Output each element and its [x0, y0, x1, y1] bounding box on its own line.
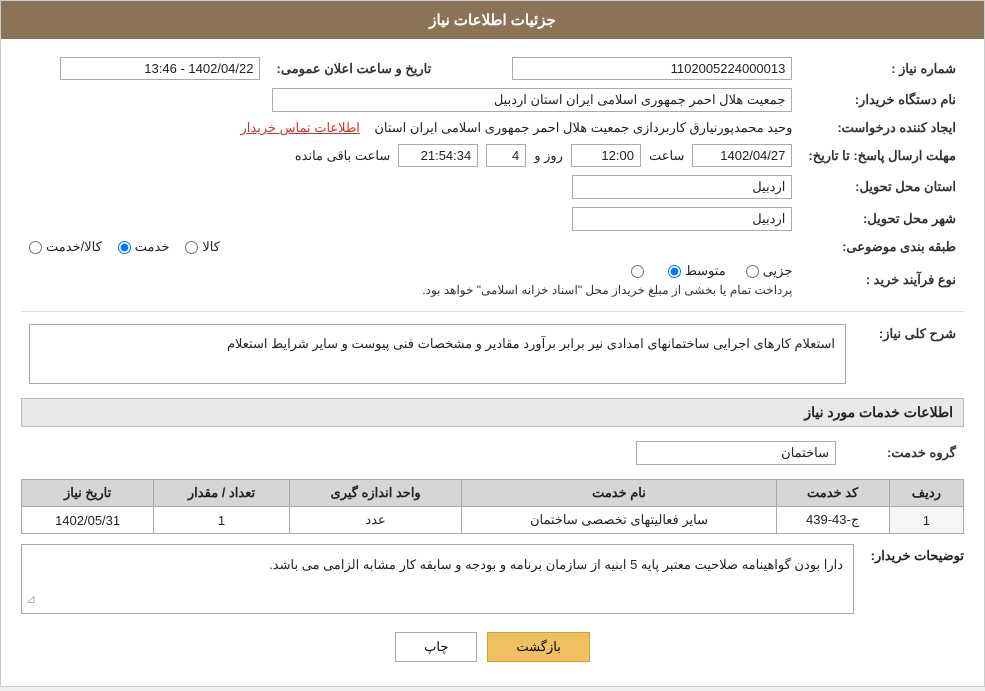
deadline-remaining-label: ساعت باقی مانده	[295, 148, 390, 164]
info-table: شماره نیاز : 1102005224000013 تاریخ و سا…	[21, 53, 964, 301]
table-cell-0-5: 1402/05/31	[22, 507, 154, 534]
radio-process-motavasset[interactable]: متوسط	[668, 263, 726, 279]
city-box: اردبیل	[572, 207, 792, 231]
radio-khedmat[interactable]: خدمت	[118, 239, 170, 255]
deadline-date-box: 1402/04/27	[692, 144, 792, 167]
province-box: اردبیل	[572, 175, 792, 199]
table-cell-0-4: 1	[154, 507, 290, 534]
deadline-label: مهلت ارسال پاسخ: تا تاریخ:	[800, 140, 964, 171]
buyer-desc-label: توضیحات خریدار:	[864, 548, 964, 564]
col-qty: تعداد / مقدار	[154, 480, 290, 507]
service-table-header-row: ردیف کد خدمت نام خدمت واحد اندازه گیری ت…	[22, 480, 964, 507]
buyer-org-label: نام دستگاه خریدار:	[800, 84, 964, 116]
radio-kala-khedmat-label: کالا/خدمت	[46, 239, 102, 255]
radio-khedmat-label: خدمت	[135, 239, 170, 255]
service-section: گروه خدمت: ساختمان ردیف کد خدمت نام خدمت…	[21, 437, 964, 534]
creator-label: ایجاد کننده درخواست:	[800, 116, 964, 140]
deadline-row: 1402/04/27 ساعت 12:00 روز و 4 21:54:34 س…	[21, 140, 800, 171]
buyer-desc-box: دارا بودن گواهینامه صلاحیت معتبر پایه 5 …	[21, 544, 854, 614]
creator-text: وحید محمدپورنیارق کاربردازی جمعیت هلال ا…	[374, 120, 792, 135]
print-button[interactable]: چاپ	[395, 632, 477, 662]
contact-link[interactable]: اطلاعات تماس خریدار	[241, 120, 360, 135]
buyer-org-box: جمعیت هلال احمر جمهوری اسلامی ایران استا…	[272, 88, 792, 112]
radio-kala[interactable]: کالا	[185, 239, 220, 255]
radio-process-empty[interactable]	[631, 265, 648, 278]
need-number-value: 1102005224000013	[461, 53, 800, 84]
service-group-label: گروه خدمت:	[844, 437, 964, 469]
creator-value: وحید محمدپورنیارق کاربردازی جمعیت هلال ا…	[21, 116, 800, 140]
table-cell-0-3: عدد	[289, 507, 462, 534]
radio-kala-khedmat[interactable]: کالا/خدمت	[29, 239, 102, 255]
process-label: نوع فرآیند خرید :	[800, 259, 964, 301]
buyer-org-value: جمعیت هلال احمر جمهوری اسلامی ایران استا…	[21, 84, 800, 116]
need-number-box: 1102005224000013	[512, 57, 792, 80]
service-group-box: ساختمان	[636, 441, 836, 465]
deadline-time-label: ساعت	[649, 148, 684, 164]
description-box: استعلام کارهای اجرایی ساختمانهای امدادی …	[29, 324, 846, 384]
date-label: تاریخ و ساعت اعلان عمومی:	[268, 53, 461, 84]
radio-kala-khedmat-input[interactable]	[29, 241, 42, 254]
radio-kala-input[interactable]	[185, 241, 198, 254]
col-code: کد خدمت	[776, 480, 889, 507]
radio-process-motavasset-input[interactable]	[668, 265, 681, 278]
date-value: 1402/04/22 - 13:46	[21, 53, 268, 84]
buttons-row: بازگشت چاپ	[21, 632, 964, 662]
service-group-table: گروه خدمت: ساختمان	[21, 437, 964, 469]
category-row: کالا/خدمت خدمت کالا	[21, 235, 800, 259]
process-note: پرداخت تمام یا بخشی از مبلغ خریداز محل "…	[29, 283, 792, 297]
radio-process-empty-input[interactable]	[631, 265, 644, 278]
deadline-remaining-box: 21:54:34	[398, 144, 478, 167]
deadline-time-box: 12:00	[571, 144, 641, 167]
radio-kala-label: کالا	[202, 239, 220, 255]
process-row: متوسط جزیی پرداخت تمام یا بخشی از مبلغ خ…	[21, 259, 800, 301]
radio-process-motavasset-label: متوسط	[685, 263, 726, 279]
col-name: نام خدمت	[462, 480, 776, 507]
description-label: شرح کلی نیاز:	[854, 320, 964, 388]
col-row: ردیف	[889, 480, 963, 507]
radio-process-jozi-input[interactable]	[746, 265, 759, 278]
service-info-header: اطلاعات خدمات مورد نیاز	[21, 398, 964, 427]
service-group-value: ساختمان	[21, 437, 844, 469]
table-row: 1ج-43-439سایر فعالیتهای تخصصی ساختمانعدد…	[22, 507, 964, 534]
radio-process-jozi[interactable]: جزیی	[746, 263, 793, 279]
radio-khedmat-input[interactable]	[118, 241, 131, 254]
city-value: اردبیل	[21, 203, 800, 235]
province-label: استان محل تحویل:	[800, 171, 964, 203]
table-cell-0-2: سایر فعالیتهای تخصصی ساختمان	[462, 507, 776, 534]
col-date: تاریخ نیاز	[22, 480, 154, 507]
table-cell-0-0: 1	[889, 507, 963, 534]
radio-process-jozi-label: جزیی	[763, 263, 793, 279]
buyer-desc-section: توضیحات خریدار: دارا بودن گواهینامه صلاح…	[21, 544, 964, 614]
col-unit: واحد اندازه گیری	[289, 480, 462, 507]
province-value: اردبیل	[21, 171, 800, 203]
page-header: جزئیات اطلاعات نیاز	[1, 1, 984, 39]
buyer-desc-text: دارا بودن گواهینامه صلاحیت معتبر پایه 5 …	[269, 557, 843, 572]
deadline-days-label: روز و	[534, 148, 563, 164]
deadline-days-box: 4	[486, 144, 526, 167]
back-button[interactable]: بازگشت	[487, 632, 589, 662]
date-box: 1402/04/22 - 13:46	[60, 57, 260, 80]
need-number-label: شماره نیاز :	[800, 53, 964, 84]
description-cell: استعلام کارهای اجرایی ساختمانهای امدادی …	[21, 320, 854, 388]
city-label: شهر محل تحویل:	[800, 203, 964, 235]
resize-handle: ⊿	[26, 589, 36, 611]
description-table: شرح کلی نیاز: استعلام کارهای اجرایی ساخت…	[21, 320, 964, 388]
category-label: طبقه بندی موضوعی:	[800, 235, 964, 259]
table-cell-0-1: ج-43-439	[776, 507, 889, 534]
service-table: ردیف کد خدمت نام خدمت واحد اندازه گیری ت…	[21, 479, 964, 534]
